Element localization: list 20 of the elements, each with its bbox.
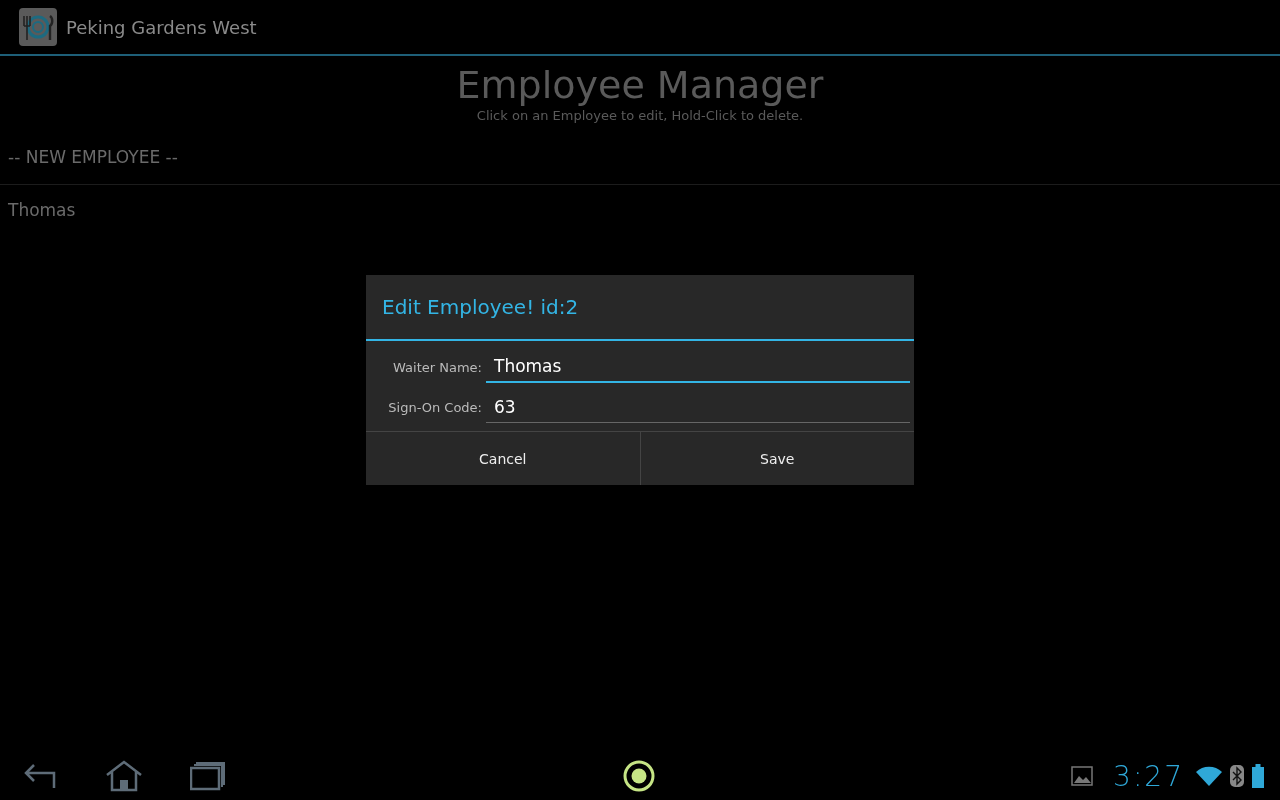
clock-time: 3:27 xyxy=(1113,759,1184,793)
page-title: Employee Manager xyxy=(455,62,825,108)
image-icon[interactable] xyxy=(1071,766,1094,786)
back-icon[interactable] xyxy=(24,762,58,790)
circle-dot-icon[interactable] xyxy=(622,759,656,793)
bluetooth-icon xyxy=(1230,765,1244,787)
page-subtitle: Click on an Employee to edit, Hold-Click to delete. xyxy=(475,108,805,123)
wifi-icon xyxy=(1196,766,1222,786)
dialog-title: Edit Employee! id:2 xyxy=(366,275,914,341)
field-label: Waiter Name: xyxy=(392,359,483,375)
app-title: Peking Gardens West xyxy=(66,16,257,38)
field-label: Sign-On Code: xyxy=(387,399,483,415)
input-field[interactable]: Thomas xyxy=(486,351,910,383)
recent-apps-icon[interactable] xyxy=(190,761,226,791)
employee-list-item[interactable]: Thomas xyxy=(0,185,1280,233)
home-icon[interactable] xyxy=(104,760,144,792)
employee-list-item[interactable]: -- NEW EMPLOYEE -- xyxy=(0,137,1280,185)
plate-cutlery-icon[interactable] xyxy=(19,8,57,46)
battery-icon xyxy=(1252,764,1264,788)
input-field[interactable]: 63 xyxy=(486,391,910,423)
